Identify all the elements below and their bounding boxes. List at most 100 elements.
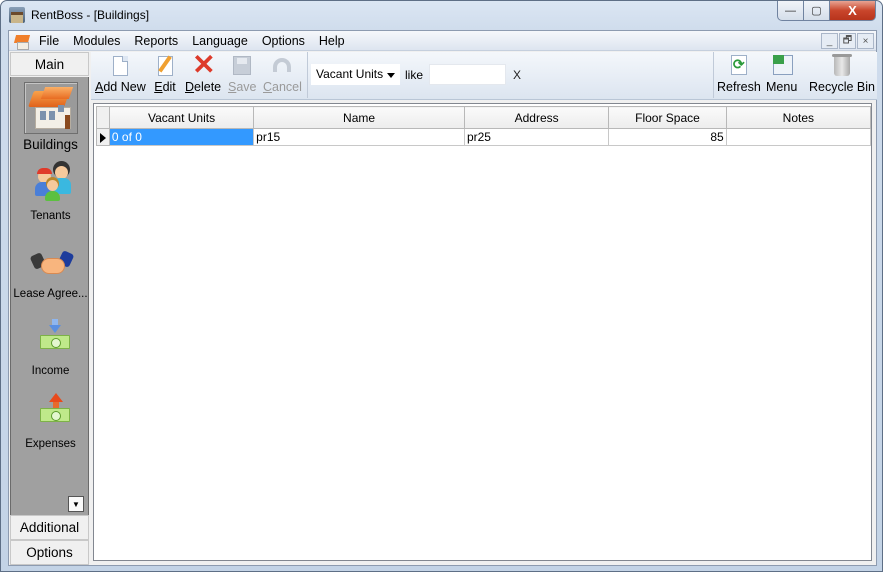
menu-label: Menu [766,80,798,94]
toolbar: Add New Edit ✕ Delete Save Cancel Vacant… [91,49,877,100]
toolbar-separator [307,52,308,98]
column-header-name[interactable]: Name [253,106,465,129]
delete-accel: D [185,80,195,94]
sidebar-scroll-down-button[interactable]: ▼ [68,496,84,512]
save-label: ave [236,80,257,94]
title-bar: RentBoss - [Buildings] — ▢ X [1,1,882,29]
delete-icon: ✕ [192,49,216,80]
add-new-button[interactable]: Add New [95,54,146,94]
undo-icon [270,54,294,78]
excel-icon [770,54,794,78]
chevron-down-icon: ▼ [72,499,80,509]
sidebar-item-tenants[interactable]: Tenants [11,162,90,222]
handshake-icon [26,240,76,286]
tenants-icon [26,162,76,208]
recycle-bin-label: Recycle Bin [809,80,875,94]
recycle-bin-button[interactable]: Recycle Bin [809,54,875,94]
edit-accel: E [154,80,163,94]
refresh-icon [727,54,751,78]
sidebar: Main Buildings Tenants Lease Agree... In… [10,52,89,565]
buildings-icon [23,82,78,134]
save-button[interactable]: Save [228,54,257,94]
menu-bar: File Modules Reports Language Options He… [9,31,876,51]
menu-options[interactable]: Options [255,34,312,48]
header-row: Vacant Units Name Address Floor Space No… [96,106,872,129]
close-icon: X [848,3,857,18]
column-header-address[interactable]: Address [463,106,610,129]
filter-clear-button[interactable]: X [513,68,521,82]
minimize-button[interactable]: — [777,1,804,21]
sidebar-item-expenses[interactable]: Expenses [11,390,90,450]
cell-name[interactable]: pr15 [253,128,465,146]
edit-button[interactable]: Edit [153,54,177,94]
client-area: File Modules Reports Language Options He… [8,30,877,566]
refresh-label: Refresh [717,80,761,94]
sidebar-tab-options[interactable]: Options [10,540,89,565]
mdi-controls: _ 🗗 × [821,33,874,49]
column-header-notes[interactable]: Notes [725,106,872,129]
current-row-pointer-icon [100,133,106,143]
cell-address[interactable]: pr25 [463,128,610,146]
menu-language[interactable]: Language [185,34,255,48]
income-icon [26,317,76,363]
window-title: RentBoss - [Buildings] [31,8,150,22]
mdi-minimize-button[interactable]: _ [821,33,838,49]
sidebar-item-label: Lease Agree... [13,288,88,300]
column-header-floor-space[interactable]: Floor Space [608,106,727,129]
minimize-icon: _ [826,35,833,47]
sidebar-panel: Buildings Tenants Lease Agree... Income … [10,77,89,515]
filter-bar: Vacant Units like X [311,64,521,85]
cell-vacant-units[interactable]: 0 of 0 [108,128,255,146]
maximize-icon: ▢ [811,5,822,17]
sidebar-item-income[interactable]: Income [11,317,90,377]
filter-field-select[interactable]: Vacant Units [311,64,400,85]
save-icon [230,54,254,78]
sidebar-item-buildings[interactable]: Buildings [11,82,90,152]
table-row[interactable]: 0 of 0 pr15 pr25 85 [96,128,872,146]
cancel-label: ancel [272,80,302,94]
sidebar-item-label: Tenants [30,210,71,222]
cell-floor-space[interactable]: 85 [608,128,727,146]
sidebar-item-label: Buildings [23,137,78,152]
mdi-app-icon[interactable] [14,33,32,50]
maximize-button[interactable]: ▢ [804,1,830,21]
sidebar-item-lease-agreements[interactable]: Lease Agree... [11,240,90,300]
sidebar-tab-main[interactable]: Main [10,52,89,76]
app-window: RentBoss - [Buildings] — ▢ X File Module… [0,0,883,572]
edit-icon [153,54,177,78]
menu-file[interactable]: File [32,34,66,48]
toolbar-separator [713,52,714,98]
cancel-accel: C [263,80,273,94]
new-document-icon [108,54,132,78]
trash-icon [830,54,854,78]
window-controls: — ▢ X [777,1,876,21]
buildings-grid: Vacant Units Name Address Floor Space No… [93,103,872,561]
expenses-icon [26,390,76,436]
column-header-vacant-units[interactable]: Vacant Units [108,106,255,129]
close-button[interactable]: X [830,1,876,21]
cancel-button[interactable]: Cancel [263,54,302,94]
restore-icon: 🗗 [842,34,853,46]
sidebar-tab-additional[interactable]: Additional [10,515,89,540]
close-icon: × [862,35,869,47]
sidebar-item-label: Income [31,365,70,377]
data-table: Vacant Units Name Address Floor Space No… [96,106,872,146]
menu-modules[interactable]: Modules [66,34,127,48]
mdi-restore-button[interactable]: 🗗 [839,33,856,49]
minimize-icon: — [785,4,796,17]
filter-field-value: Vacant Units [316,67,384,81]
cell-notes[interactable] [725,128,872,146]
menu-reports[interactable]: Reports [127,34,185,48]
delete-button[interactable]: ✕ Delete [185,49,221,95]
menu-help[interactable]: Help [312,34,352,48]
add-new-label: dd New [103,80,146,94]
edit-label: dit [162,80,176,94]
chevron-down-icon [387,73,395,78]
mdi-close-button[interactable]: × [857,33,874,49]
refresh-button[interactable]: Refresh [717,54,761,94]
row-selector[interactable] [96,128,110,146]
filter-value-input[interactable] [429,64,507,85]
sidebar-item-label: Expenses [25,438,76,450]
row-header-corner[interactable] [96,106,110,129]
menu-button[interactable]: Menu [766,54,797,94]
